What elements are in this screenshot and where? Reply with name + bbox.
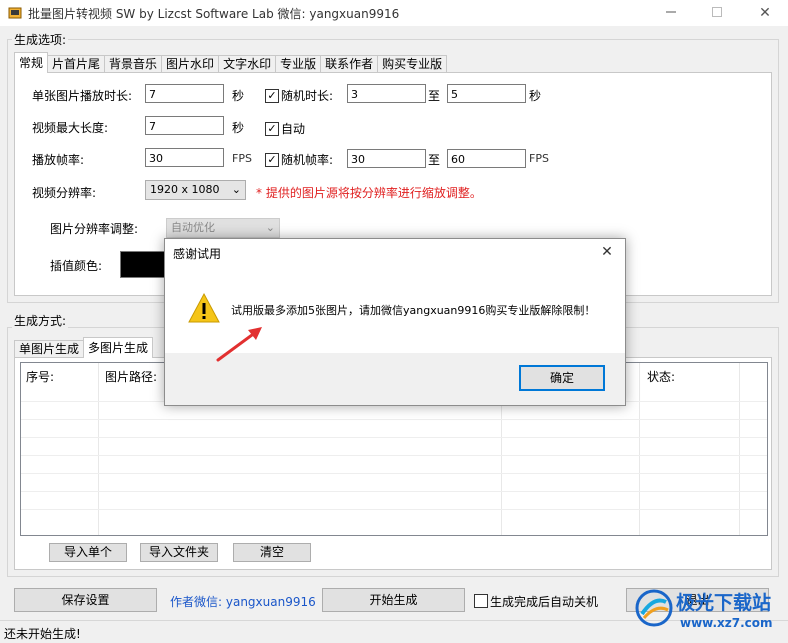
mode-group-label: 生成方式: [12,312,69,329]
auto-checkbox[interactable]: ✓ [265,122,279,136]
watermark-url: www.xz7.com [680,616,773,630]
close-window-button[interactable]: ✕ [742,0,788,26]
tab-single-image[interactable]: 单图片生成 [14,340,85,358]
start-generate-button[interactable]: 开始生成 [322,588,465,612]
to-label: 至 [428,153,441,167]
resolution-hint: * 提供的图片源将按分辨率进行缩放调整。 [256,186,482,200]
max-length-label: 视频最大长度: [32,121,109,135]
author-wechat-label: 作者微信: yangxuan9916 [170,595,316,609]
random-duration-min-input[interactable]: 3 [347,84,426,103]
column-header-index[interactable]: 序号: [26,368,54,385]
tab-pro-version[interactable]: 专业版 [275,55,322,73]
chevron-down-icon: ⌄ [265,221,275,234]
import-folder-button[interactable]: 导入文件夹 [140,543,218,562]
fill-color-label: 插值颜色: [50,259,103,273]
random-fps-min-input[interactable]: 30 [347,149,426,168]
seconds-unit: 秒 [232,121,245,135]
resolution-select[interactable]: 1920 x 1080 ⌄ [145,180,246,200]
random-fps-label: 随机帧率: [281,153,334,167]
tab-buy-pro[interactable]: 购买专业版 [377,55,448,73]
max-length-input[interactable]: 7 [145,116,224,135]
dialog-message: 试用版最多添加5张图片，请加微信yangxuan9916购买专业版解除限制！ [231,304,596,317]
seconds-unit: 秒 [232,89,245,103]
save-settings-button[interactable]: 保存设置 [14,588,157,612]
row-divider [21,491,767,492]
options-tabbar: 常规 片首片尾 背景音乐 图片水印 文字水印 专业版 联系作者 购买专业版 [14,52,448,73]
mode-tabbar: 单图片生成 多图片生成 [14,337,154,358]
auto-label: 自动 [281,122,306,136]
fps-unit: FPS [529,152,549,165]
tab-intro-outro[interactable]: 片首片尾 [47,55,106,73]
import-single-button[interactable]: 导入单个 [49,543,127,562]
auto-shutdown-checkbox[interactable] [474,594,488,608]
single-duration-label: 单张图片播放时长: [32,89,133,103]
app-icon [8,6,22,20]
status-text: 还未开始生成! [4,627,81,641]
dialog-title: 感谢试用 [173,247,222,261]
clear-list-button[interactable]: 清空 [233,543,311,562]
scale-adjust-select[interactable]: 自动优化 ⌄ [166,218,280,238]
ok-button[interactable]: 确定 [519,365,605,391]
row-divider [21,473,767,474]
random-duration-label: 随机时长: [281,89,334,103]
site-watermark: 极光下载站 www.xz7.com [628,584,784,636]
column-header-status[interactable]: 状态: [647,368,675,385]
random-duration-checkbox[interactable]: ✓ [265,89,279,103]
close-icon: ✕ [601,244,613,260]
fps-input[interactable]: 30 [145,148,224,167]
auto-shutdown-label: 生成完成后自动关机 [490,595,599,609]
watermark-text: 极光下载站 [676,592,772,614]
options-group-label: 生成选项: [12,31,69,48]
tab-text-watermark[interactable]: 文字水印 [218,55,277,73]
row-divider [21,419,767,420]
fill-color-swatch[interactable] [120,251,168,278]
dialog-close-button[interactable]: ✕ [593,241,621,263]
tab-background-music[interactable]: 背景音乐 [104,55,163,73]
row-divider [21,509,767,510]
fps-unit: FPS [232,152,252,165]
tab-general[interactable]: 常规 [14,52,49,73]
title-bar[interactable]: 批量图片转视频 SW by Lizcst Software Lab 微信: ya… [0,0,788,26]
close-icon: ✕ [759,5,771,21]
resolution-label: 视频分辨率: [32,186,97,200]
tab-multi-image[interactable]: 多图片生成 [83,337,154,358]
aurora-logo-icon [635,589,673,627]
chevron-down-icon: ⌄ [231,183,241,196]
maximize-icon [712,7,722,17]
scale-adjust-label: 图片分辨率调整: [50,222,139,236]
single-duration-input[interactable]: 7 [145,84,224,103]
minimize-icon [666,11,676,13]
minimize-button[interactable] [648,0,694,26]
column-header-path[interactable]: 图片路径: [105,368,157,385]
to-label: 至 [428,89,441,103]
resolution-value: 1920 x 1080 [150,183,220,196]
tab-image-watermark[interactable]: 图片水印 [161,55,220,73]
window-title: 批量图片转视频 SW by Lizcst Software Lab 微信: ya… [28,7,400,21]
tab-contact-author[interactable]: 联系作者 [320,55,379,73]
random-fps-checkbox[interactable]: ✓ [265,153,279,167]
row-divider [21,437,767,438]
random-fps-max-input[interactable]: 60 [447,149,526,168]
maximize-button[interactable] [694,0,740,26]
fps-label: 播放帧率: [32,153,85,167]
seconds-unit: 秒 [529,89,542,103]
red-arrow-icon [216,327,262,362]
random-duration-max-input[interactable]: 5 [447,84,526,103]
row-divider [21,455,767,456]
scale-adjust-value: 自动优化 [171,221,215,234]
